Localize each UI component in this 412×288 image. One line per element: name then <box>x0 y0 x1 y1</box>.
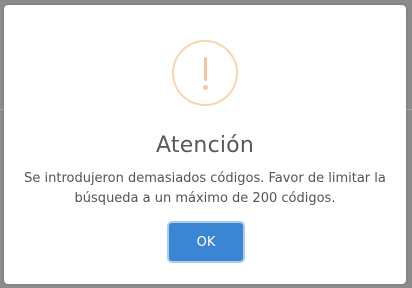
ok-button[interactable]: OK <box>169 223 243 261</box>
alert-dialog: Atención Se introdujeron demasiados códi… <box>4 5 406 284</box>
exclamation-bar <box>204 57 207 81</box>
dialog-title: Atención <box>156 133 254 158</box>
exclamation-dot <box>203 85 208 90</box>
dialog-message: Se introdujeron demasiados códigos. Favo… <box>24 171 386 206</box>
exclamation-icon <box>172 40 238 106</box>
